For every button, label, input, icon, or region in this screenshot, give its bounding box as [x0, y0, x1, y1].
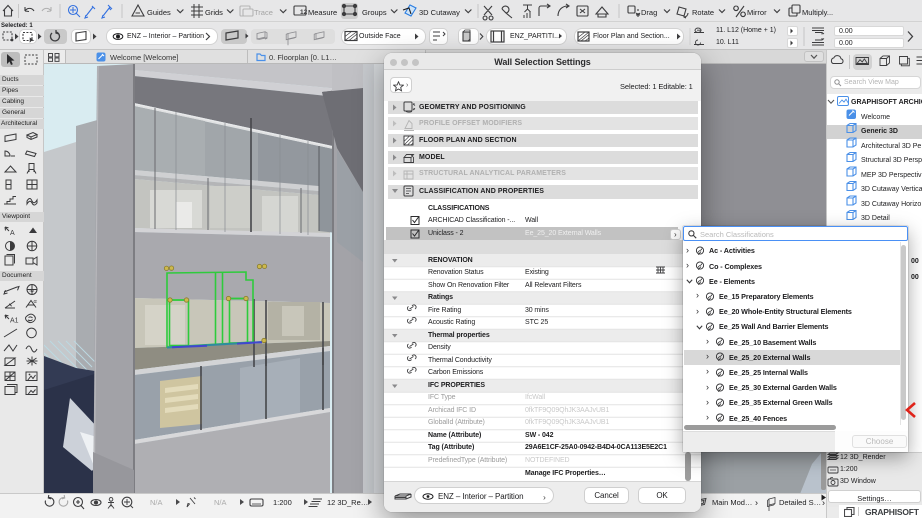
svg-text:12 3D_Re…: 12 3D_Re… [327, 498, 368, 507]
svg-text:1:200: 1:200 [273, 498, 292, 507]
svg-text:A: A [10, 230, 15, 237]
svg-text:Main Mod…: Main Mod… [712, 498, 752, 507]
svg-text:α: α [34, 299, 38, 305]
svg-text:12: 12 [300, 9, 308, 16]
svg-text:42: 42 [29, 288, 35, 293]
svg-text:Detailed S…: Detailed S… [779, 498, 821, 507]
svg-text:›: › [755, 498, 758, 508]
svg-text:N/A: N/A [150, 498, 163, 507]
svg-text:A1: A1 [10, 318, 19, 325]
svg-text:N/A: N/A [214, 498, 227, 507]
